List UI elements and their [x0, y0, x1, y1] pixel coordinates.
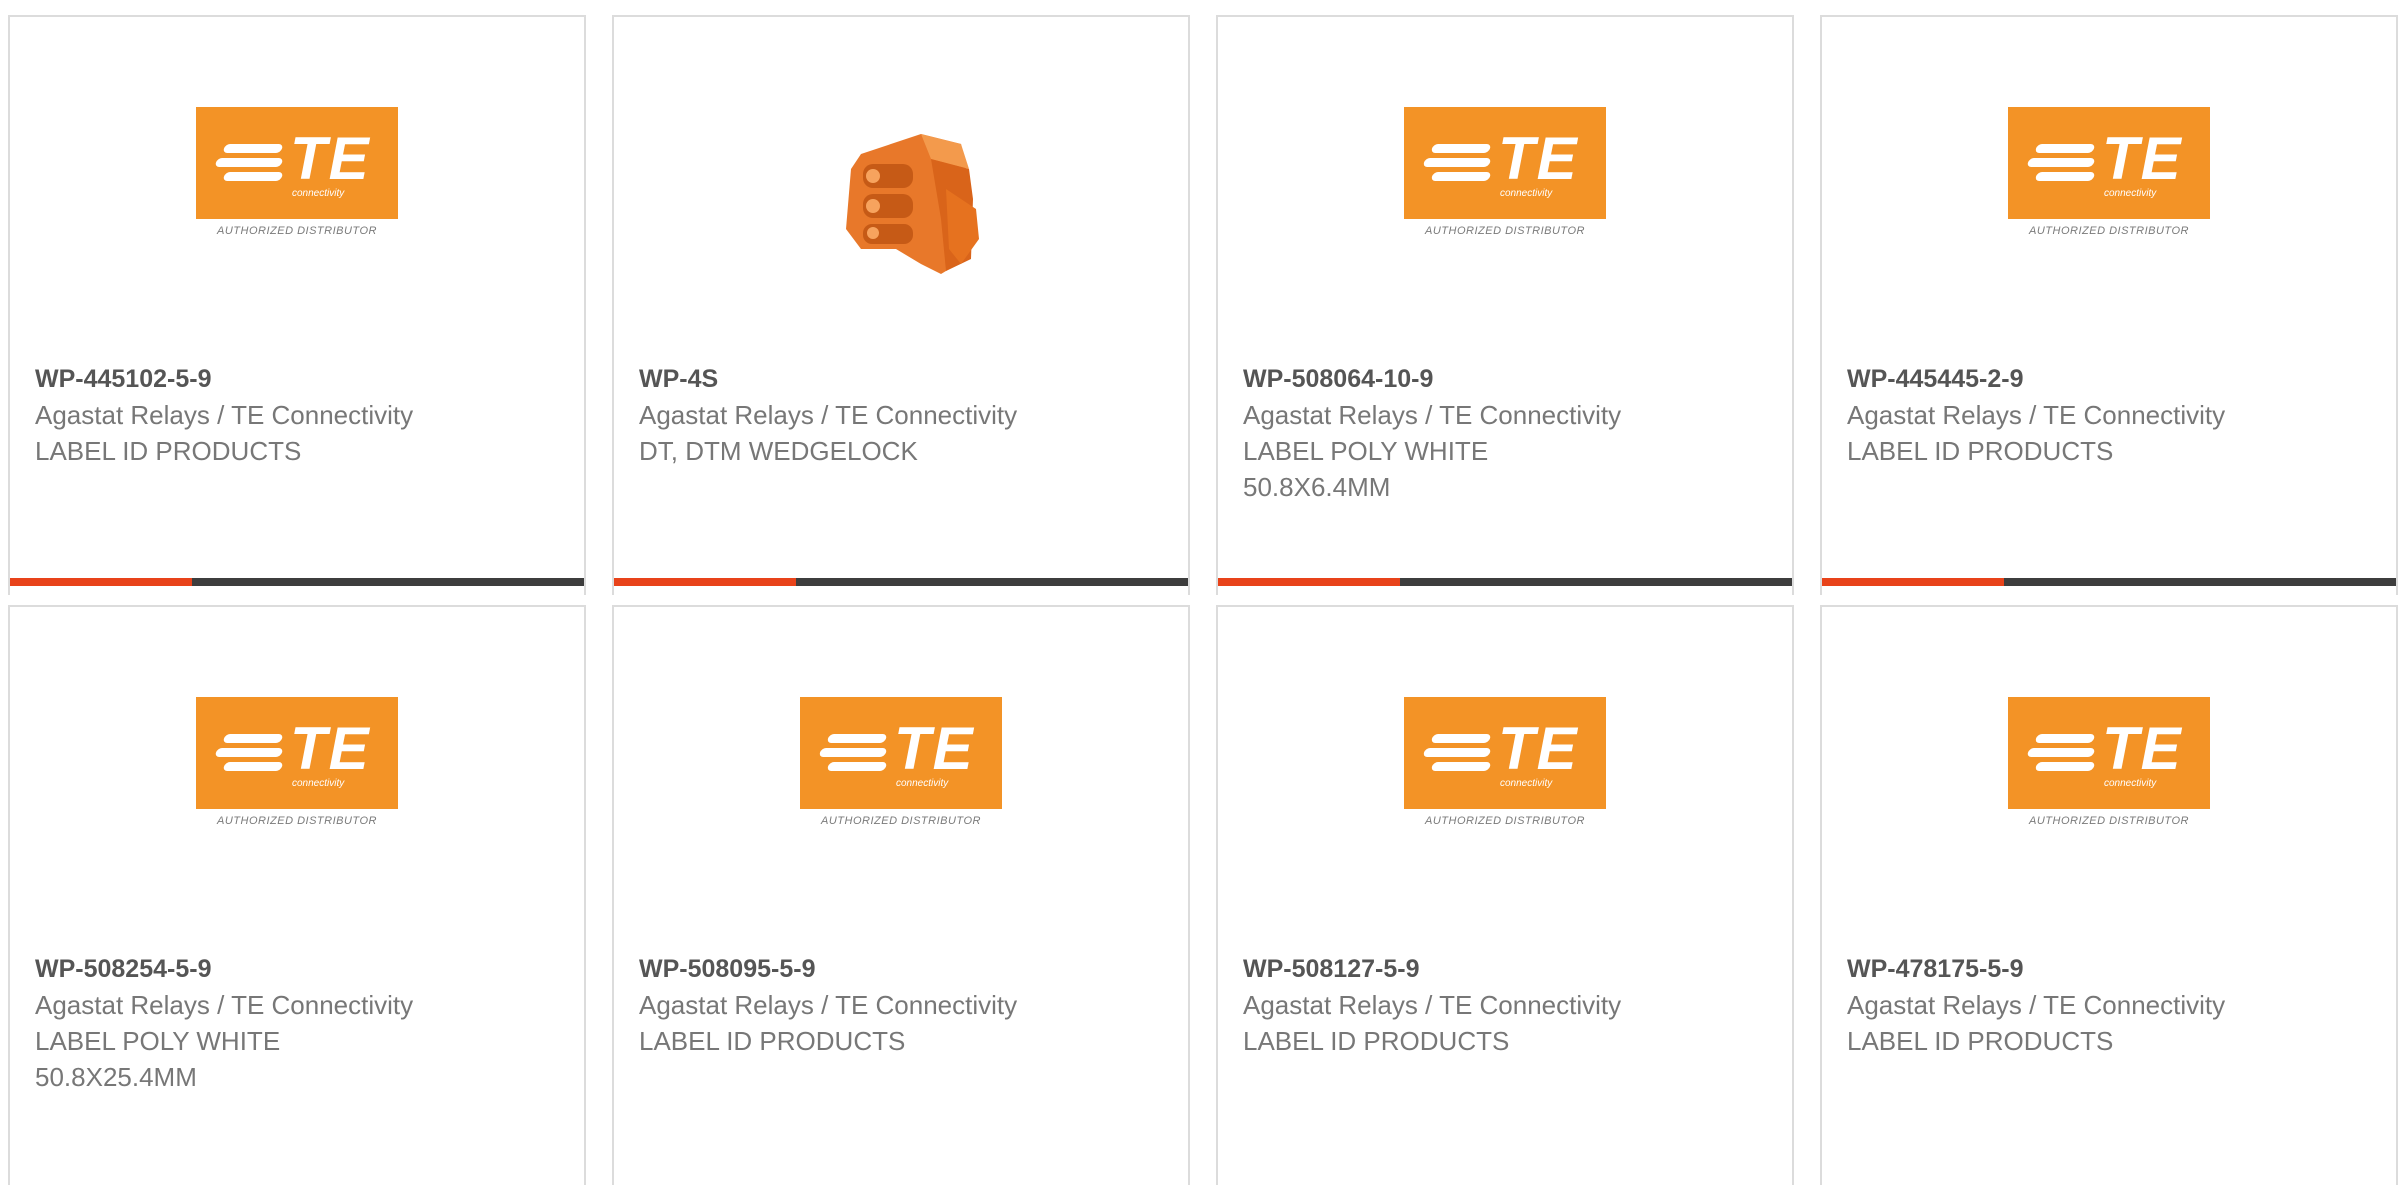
te-logo-image: TE connectivity AUTHORIZED DISTRIBUTOR — [2007, 697, 2211, 827]
part-number-link[interactable]: WP-508095-5-9 — [639, 951, 815, 987]
product-card[interactable]: TE connectivity AUTHORIZED DISTRIBUTOR W… — [8, 15, 586, 595]
product-image[interactable]: TE connectivity AUTHORIZED DISTRIBUTOR — [10, 697, 584, 857]
part-number-link[interactable]: WP-4S — [639, 361, 718, 397]
te-logo-image: TE connectivity AUTHORIZED DISTRIBUTOR — [195, 697, 399, 827]
description: LABEL ID PRODUCTS — [35, 436, 302, 466]
product-card[interactable]: TE connectivity AUTHORIZED DISTRIBUTOR W… — [612, 605, 1190, 1185]
te-logo-image: TE connectivity AUTHORIZED DISTRIBUTOR — [195, 107, 399, 237]
part-number-link[interactable]: WP-445102-5-9 — [35, 361, 211, 397]
part-number-link[interactable]: WP-508064-10-9 — [1243, 361, 1433, 397]
description: DT, DTM WEDGELOCK — [639, 436, 918, 466]
manufacturer-label: Agastat Relays / TE Connectivity — [1847, 400, 2226, 430]
product-card[interactable]: TE connectivity AUTHORIZED DISTRIBUTOR W… — [8, 605, 586, 1185]
description: LABEL ID PRODUCTS — [1847, 1026, 2114, 1056]
product-card[interactable]: TE connectivity AUTHORIZED DISTRIBUTOR W… — [1216, 605, 1794, 1185]
product-grid: TE connectivity AUTHORIZED DISTRIBUTOR W… — [0, 0, 2400, 1185]
manufacturer-label: Agastat Relays / TE Connectivity — [1243, 990, 1622, 1020]
product-image[interactable] — [614, 99, 1188, 299]
product-card[interactable]: WP-4S Agastat Relays / TE Connectivity D… — [612, 15, 1190, 595]
description: LABEL ID PRODUCTS — [1847, 436, 2114, 466]
product-image[interactable]: TE connectivity AUTHORIZED DISTRIBUTOR — [1822, 107, 2396, 267]
product-image[interactable]: TE connectivity AUTHORIZED DISTRIBUTOR — [10, 107, 584, 267]
manufacturer-label: Agastat Relays / TE Connectivity — [1847, 990, 2226, 1020]
product-image[interactable]: TE connectivity AUTHORIZED DISTRIBUTOR — [614, 697, 1188, 857]
part-number-link[interactable]: WP-508127-5-9 — [1243, 951, 1419, 987]
card-footer-bar — [614, 578, 1188, 586]
wedgelock-photo — [801, 99, 1001, 299]
manufacturer-label: Agastat Relays / TE Connectivity — [1243, 400, 1622, 430]
part-number-link[interactable]: WP-478175-5-9 — [1847, 951, 2023, 987]
description: LABEL ID PRODUCTS — [1243, 1026, 1510, 1056]
product-image[interactable]: TE connectivity AUTHORIZED DISTRIBUTOR — [1218, 697, 1792, 857]
part-number-link[interactable]: WP-508254-5-9 — [35, 951, 211, 987]
card-footer-bar — [1218, 578, 1792, 586]
te-logo-image: TE connectivity AUTHORIZED DISTRIBUTOR — [1403, 107, 1607, 237]
description: LABEL ID PRODUCTS — [639, 1026, 906, 1056]
description: LABEL POLY WHITE 50.8X25.4MM — [35, 1026, 281, 1092]
product-card[interactable]: TE connectivity AUTHORIZED DISTRIBUTOR W… — [1216, 15, 1794, 595]
te-logo-image: TE connectivity AUTHORIZED DISTRIBUTOR — [2007, 107, 2211, 237]
card-footer-bar — [10, 578, 584, 586]
product-card[interactable]: TE connectivity AUTHORIZED DISTRIBUTOR W… — [1820, 15, 2398, 595]
manufacturer-label: Agastat Relays / TE Connectivity — [35, 990, 414, 1020]
product-card[interactable]: TE connectivity AUTHORIZED DISTRIBUTOR W… — [1820, 605, 2398, 1185]
description: LABEL POLY WHITE 50.8X6.4MM — [1243, 436, 1489, 502]
manufacturer-label: Agastat Relays / TE Connectivity — [35, 400, 414, 430]
manufacturer-label: Agastat Relays / TE Connectivity — [639, 990, 1018, 1020]
te-logo-image: TE connectivity AUTHORIZED DISTRIBUTOR — [1403, 697, 1607, 827]
manufacturer-label: Agastat Relays / TE Connectivity — [639, 400, 1018, 430]
part-number-link[interactable]: WP-445445-2-9 — [1847, 361, 2023, 397]
product-image[interactable]: TE connectivity AUTHORIZED DISTRIBUTOR — [1822, 697, 2396, 857]
te-logo-image: TE connectivity AUTHORIZED DISTRIBUTOR — [799, 697, 1003, 827]
product-image[interactable]: TE connectivity AUTHORIZED DISTRIBUTOR — [1218, 107, 1792, 267]
card-footer-bar — [1822, 578, 2396, 586]
